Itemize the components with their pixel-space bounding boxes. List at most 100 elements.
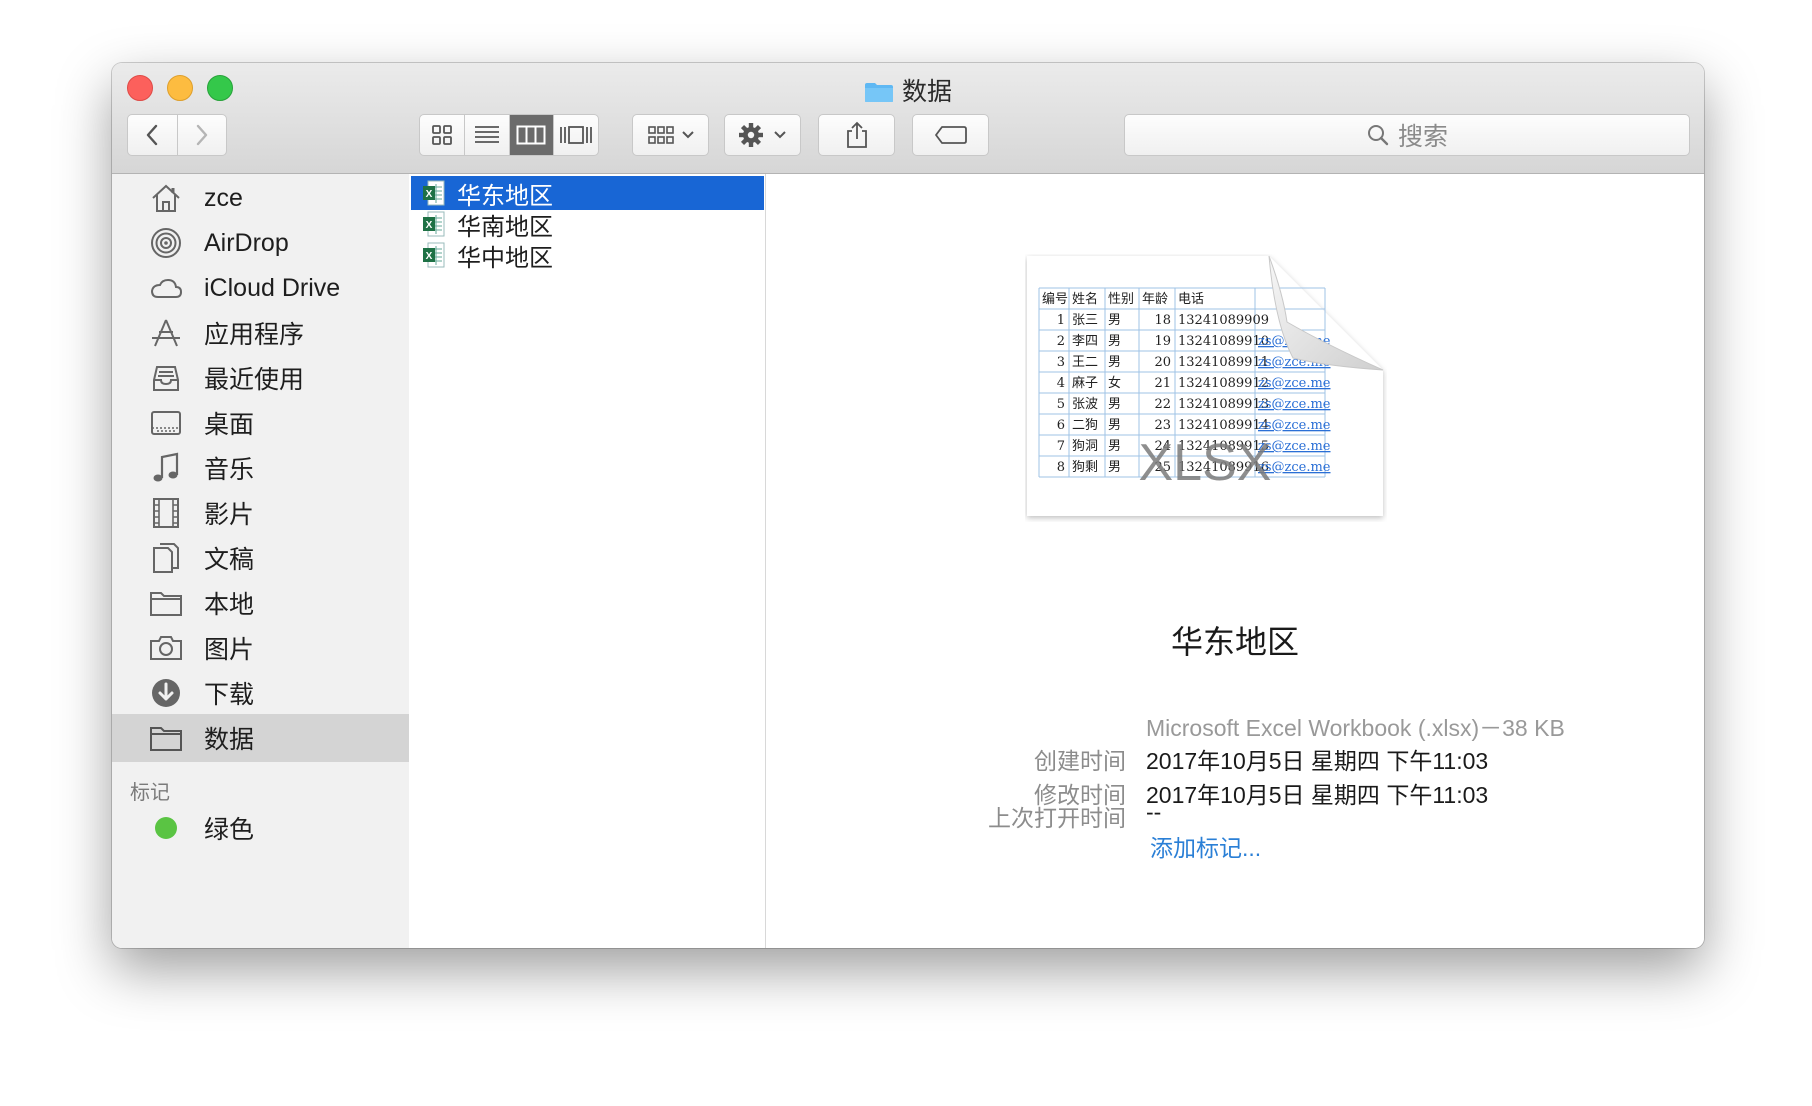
sidebar-item-airdrop[interactable]: AirDrop — [112, 221, 409, 265]
movies-icon — [148, 495, 184, 531]
excel-file-icon: X — [423, 242, 445, 268]
sheet-cell: zs@zce.me — [1258, 418, 1331, 433]
add-tags-link[interactable]: 添加标记... — [1150, 829, 1261, 863]
sidebar-item-desktop[interactable]: 桌面 — [112, 401, 409, 445]
download-icon — [148, 675, 184, 711]
window-title: 数据 — [112, 72, 1704, 108]
list-view-button[interactable] — [463, 115, 509, 155]
applications-icon — [148, 315, 184, 351]
sidebar-tag-green[interactable]: 绿色 — [112, 806, 409, 850]
sheet-cell: 麻子 — [1072, 376, 1098, 391]
opened-label: 上次打开时间 — [988, 805, 1126, 831]
chevron-left-icon — [147, 124, 158, 146]
sheet-cell: 13241089912 — [1178, 376, 1269, 391]
sheet-cell: 5 — [1057, 397, 1065, 412]
sheet-cell: 狗洞 — [1072, 439, 1098, 454]
sheet-cell: 1 — [1057, 313, 1065, 328]
sidebar-item-music[interactable]: 音乐 — [112, 446, 409, 490]
camera-icon — [148, 630, 184, 666]
sheet-cell: 男 — [1108, 334, 1121, 349]
arrange-grid-icon — [647, 126, 694, 144]
sheet-cell: 年龄 — [1142, 292, 1168, 307]
gallery-view-button[interactable] — [553, 115, 598, 155]
desktop-icon — [148, 405, 184, 441]
sheet-cell: 男 — [1108, 439, 1121, 454]
sheet-cell: 20 — [1154, 355, 1171, 370]
forward-button[interactable] — [176, 115, 227, 155]
sheet-cell: 19 — [1154, 334, 1171, 349]
sheet-cell: 18 — [1154, 313, 1171, 328]
sidebar-item-local[interactable]: 本地 — [112, 581, 409, 625]
sheet-cell: 电话 — [1178, 292, 1204, 307]
created-label: 创建时间 — [1034, 748, 1126, 774]
file-item[interactable]: X 华中地区 — [411, 238, 764, 272]
finder-window: 数据 搜索 zce AirDrop iCloud Drive 应用程序 最近使用… — [112, 63, 1704, 948]
excel-file-icon: X — [423, 180, 445, 206]
sheet-cell: 性别 — [1108, 292, 1134, 307]
preview-file-name: 华东地区 — [1170, 624, 1299, 660]
sheet-cell: 编号 — [1042, 292, 1068, 307]
sheet-cell: 男 — [1108, 313, 1121, 328]
sheet-cell: 13241089909 — [1178, 313, 1269, 328]
sidebar-item-downloads[interactable]: 下载 — [112, 671, 409, 715]
sheet-cell: 姓名 — [1072, 291, 1098, 307]
sheet-cell: 男 — [1108, 460, 1121, 475]
sheet-cell: 13241089914 — [1178, 418, 1269, 433]
view-mode-segmented — [419, 114, 599, 156]
icon-view-button[interactable] — [420, 115, 464, 155]
sidebar: zce AirDrop iCloud Drive 应用程序 最近使用 桌面 音乐 — [112, 174, 410, 948]
sheet-cell: 男 — [1108, 418, 1121, 433]
sheet-cell: 22 — [1154, 397, 1171, 412]
search-field[interactable]: 搜索 — [1124, 114, 1690, 156]
tag-button[interactable] — [912, 114, 989, 156]
sidebar-item-documents[interactable]: 文稿 — [112, 536, 409, 580]
sheet-cell: 男 — [1108, 355, 1121, 370]
preview-pane: 编号 姓名 性别 年龄 电话 1 张三男 18 13241089909 2 李四男 19 1324108… — [766, 174, 1704, 948]
action-button[interactable] — [724, 114, 801, 156]
column-view-button[interactable] — [508, 115, 554, 155]
xlsx-badge: XLSX — [1139, 434, 1272, 492]
sidebar-item-pictures[interactable]: 图片 — [112, 626, 409, 670]
sheet-cell: 王二 — [1072, 355, 1098, 370]
chevron-right-icon — [196, 124, 207, 146]
arrange-button[interactable] — [632, 114, 709, 156]
sidebar-item-applications[interactable]: 应用程序 — [112, 311, 409, 355]
file-item[interactable]: X 华南地区 — [411, 207, 764, 241]
excel-file-icon: X — [423, 211, 445, 237]
svg-text:X: X — [426, 251, 433, 262]
share-icon — [846, 121, 867, 148]
sidebar-item-icloud[interactable]: iCloud Drive — [112, 266, 409, 310]
sheet-cell: 4 — [1057, 376, 1065, 391]
window-title-text: 数据 — [901, 78, 952, 106]
sidebar-item-data[interactable]: 数据 — [112, 714, 409, 762]
sheet-cell: 21 — [1154, 376, 1171, 391]
sheet-cell: 女 — [1108, 375, 1121, 391]
sheet-cell: 13241089911 — [1178, 355, 1269, 370]
search-icon — [1367, 125, 1389, 146]
back-button[interactable] — [128, 115, 177, 155]
search-placeholder: 搜索 — [1397, 123, 1448, 151]
sidebar-item-recents[interactable]: 最近使用 — [112, 356, 409, 400]
gear-icon — [738, 123, 786, 147]
cloud-icon — [148, 270, 184, 306]
sidebar-item-home[interactable]: zce — [112, 176, 409, 220]
share-button[interactable] — [818, 114, 895, 156]
tags-section-header: 标记 — [130, 782, 170, 804]
svg-text:X: X — [426, 189, 433, 200]
folder-icon — [148, 720, 184, 756]
sidebar-item-movies[interactable]: 影片 — [112, 491, 409, 535]
sheet-cell: 23 — [1154, 418, 1171, 433]
file-item[interactable]: X 华东地区 — [411, 176, 764, 210]
sheet-cell: 狗剩 — [1072, 460, 1098, 475]
sheet-cell: zs@zce.me — [1258, 397, 1331, 412]
xlsx-document-thumbnail[interactable]: 编号 姓名 性别 年龄 电话 1 张三男 18 13241089909 2 李四男 19 1324108… — [1025, 254, 1387, 522]
sheet-cell: 13241089910 — [1178, 334, 1269, 349]
sheet-cell: 张波 — [1072, 397, 1098, 412]
columns-icon — [516, 125, 546, 145]
sheet-cell: 男 — [1108, 397, 1121, 412]
file-kind-size: Microsoft Excel Workbook (.xlsx)－38 KB — [1146, 715, 1565, 741]
green-tag-dot-icon — [148, 810, 184, 846]
airdrop-icon — [148, 225, 184, 261]
sheet-cell: 张三 — [1072, 313, 1098, 328]
music-icon — [148, 450, 184, 486]
